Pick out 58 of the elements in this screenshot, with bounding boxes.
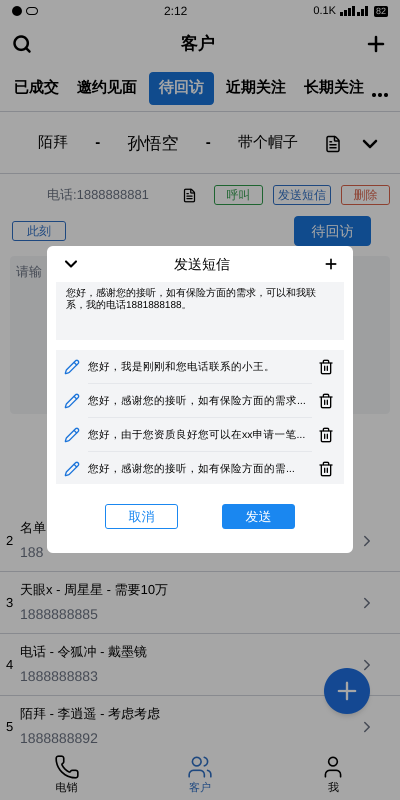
document-icon[interactable]: [182, 188, 197, 202]
record-field: 带个帽子: [238, 132, 298, 155]
message-text: 您好，感谢您的接听，如有保险方面的需求，可以和我联系，我的电话1881888188。: [66, 288, 317, 312]
page-title: 客户: [181, 33, 215, 56]
notification-icon: [12, 6, 22, 16]
row-number: 3: [6, 594, 14, 612]
signal-icon: [340, 6, 370, 16]
nav-tab[interactable]: 客户: [133, 750, 267, 800]
customer-phone: 188: [20, 542, 44, 562]
category-tab[interactable]: 邀约见面: [71, 72, 143, 105]
clock-time: 2:12: [164, 3, 188, 20]
record-field: 陌拜: [38, 132, 68, 155]
template-text[interactable]: 您好，感谢您的接听，如有保险方面的需...: [88, 452, 312, 484]
row-number: 5: [6, 718, 14, 736]
document-icon[interactable]: [324, 134, 342, 152]
network-speed: 0.1K: [313, 4, 336, 19]
delete-icon[interactable]: [318, 461, 334, 477]
people-icon: [186, 754, 213, 780]
record-field: 孙悟空: [128, 130, 178, 156]
category-tab[interactable]: 待回访: [149, 72, 214, 105]
customer-phone: 1888888883: [20, 666, 99, 686]
edit-icon[interactable]: [64, 427, 80, 443]
delete-icon[interactable]: [318, 359, 334, 375]
edit-icon[interactable]: [64, 461, 80, 477]
dialog-button[interactable]: 发送: [222, 504, 295, 529]
nav-tab[interactable]: 我: [266, 750, 400, 800]
category-tab[interactable]: 已成交: [8, 72, 65, 105]
record-field: -: [206, 132, 211, 155]
status-button[interactable]: 待回访: [294, 216, 371, 246]
link-icon: [26, 7, 38, 15]
row-number: 2: [6, 532, 14, 550]
dialog-button[interactable]: 取消: [105, 504, 178, 529]
edit-icon[interactable]: [64, 393, 80, 409]
template-text[interactable]: 您好，感谢您的接听，如有保险方面的需求...: [88, 384, 312, 418]
template-text[interactable]: 您好，由于您资质良好您可以在xx申请一笔...: [88, 418, 312, 452]
row-number: 4: [6, 656, 14, 674]
delete-icon[interactable]: [318, 427, 334, 443]
time-tag: 此刻: [12, 221, 66, 241]
add-icon[interactable]: [323, 256, 339, 272]
add-fab[interactable]: [324, 668, 370, 714]
more-icon[interactable]: [372, 92, 388, 96]
nav-tab[interactable]: 电销: [0, 750, 134, 800]
category-tab[interactable]: 长期关注: [298, 72, 370, 105]
dialog-title: 发送短信: [174, 254, 230, 274]
action-button[interactable]: 发送短信: [273, 185, 331, 205]
phone-icon: [54, 754, 80, 780]
category-tab[interactable]: 近期关注: [220, 72, 292, 105]
battery-level: 82: [374, 6, 388, 16]
delete-icon[interactable]: [318, 393, 334, 409]
phone-number: 电话:1888888881: [47, 186, 149, 204]
template-text[interactable]: 您好，我是刚刚和您电话联系的小王。: [88, 350, 312, 384]
customer-phone: 1888888892: [20, 728, 99, 748]
edit-icon[interactable]: [64, 359, 80, 375]
customer-title[interactable]: 天眼x - 周星星 - 需要10万: [20, 580, 358, 600]
record-field: -: [95, 132, 100, 155]
customer-title[interactable]: 电话 - 令狐冲 - 戴墨镜: [20, 642, 358, 662]
customer-phone: 1888888885: [20, 604, 99, 624]
search-icon[interactable]: [12, 34, 32, 54]
